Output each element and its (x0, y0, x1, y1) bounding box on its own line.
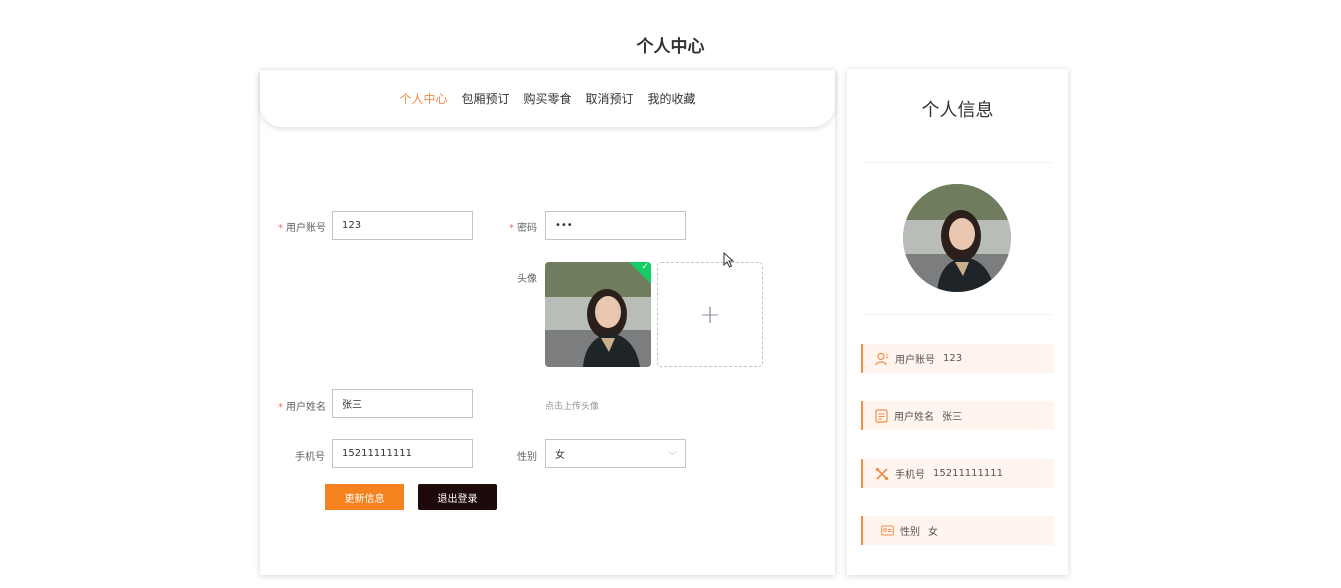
tab-personal-center[interactable]: 个人中心 (399, 90, 447, 107)
page-title: 个人中心 (636, 37, 705, 57)
profile-title: 个人信息 (921, 100, 994, 121)
tab-my-favorites[interactable]: 我的收藏 (648, 90, 696, 107)
profile-avatar (903, 184, 1011, 292)
name-input[interactable]: 张三 (332, 389, 473, 418)
logout-button[interactable]: 退出登录 (418, 484, 497, 510)
divider (864, 162, 1051, 163)
avatar-preview[interactable]: ✓ (545, 262, 651, 367)
avatar-upload-hint: 点击上传头像 (545, 402, 600, 412)
password-input[interactable]: ••• (545, 211, 686, 240)
profile-form-card: 个人中心 包厢预订 购买零食 取消预订 我的收藏 * 用户账号 123 * 密码 •… (260, 70, 835, 575)
profile-row-phone: 手机号 15211111111 (861, 459, 1054, 488)
account-label: * 用户账号 (278, 223, 326, 234)
plus-icon: + (699, 299, 721, 330)
update-info-button[interactable]: 更新信息 (325, 484, 404, 510)
avatar-upload-button[interactable]: + (657, 262, 763, 367)
gender-selected-value: 女 (555, 450, 565, 461)
phone-input[interactable]: 15211111111 (332, 439, 473, 468)
profile-row-name: 用户姓名 张三 (861, 401, 1054, 430)
tools-icon (875, 467, 889, 481)
divider (864, 314, 1051, 315)
document-icon (875, 408, 888, 423)
avatar-label: 头像 (517, 274, 537, 285)
name-label: * 用户姓名 (278, 402, 326, 413)
profile-row-account: 用户账号 123 (861, 344, 1054, 373)
avatar-photo (903, 184, 1011, 292)
top-nav: 个人中心 包厢预订 购买零食 取消预订 我的收藏 (260, 70, 835, 127)
gender-label: 性别 (517, 452, 537, 463)
gender-select[interactable]: 女 ﹀ (545, 439, 686, 468)
tab-cancel-booking[interactable]: 取消预订 (586, 90, 634, 107)
profile-row-gender: 性别 女 (861, 516, 1054, 545)
chevron-down-icon: ﹀ (667, 452, 677, 462)
account-input[interactable]: 123 (332, 211, 473, 240)
phone-label: 手机号 (295, 452, 325, 463)
tab-buy-snacks[interactable]: 购买零食 (523, 90, 571, 107)
profile-summary-card: 个人信息 用户账号 123 用户姓名 张三 手机号 15211111111 性别… (847, 69, 1068, 575)
user-icon (875, 352, 889, 366)
tab-room-booking[interactable]: 包厢预订 (461, 90, 509, 107)
id-card-icon (881, 525, 894, 536)
mouse-cursor-icon (723, 252, 735, 268)
password-label: * 密码 (509, 223, 537, 234)
check-icon: ✓ (641, 262, 649, 272)
